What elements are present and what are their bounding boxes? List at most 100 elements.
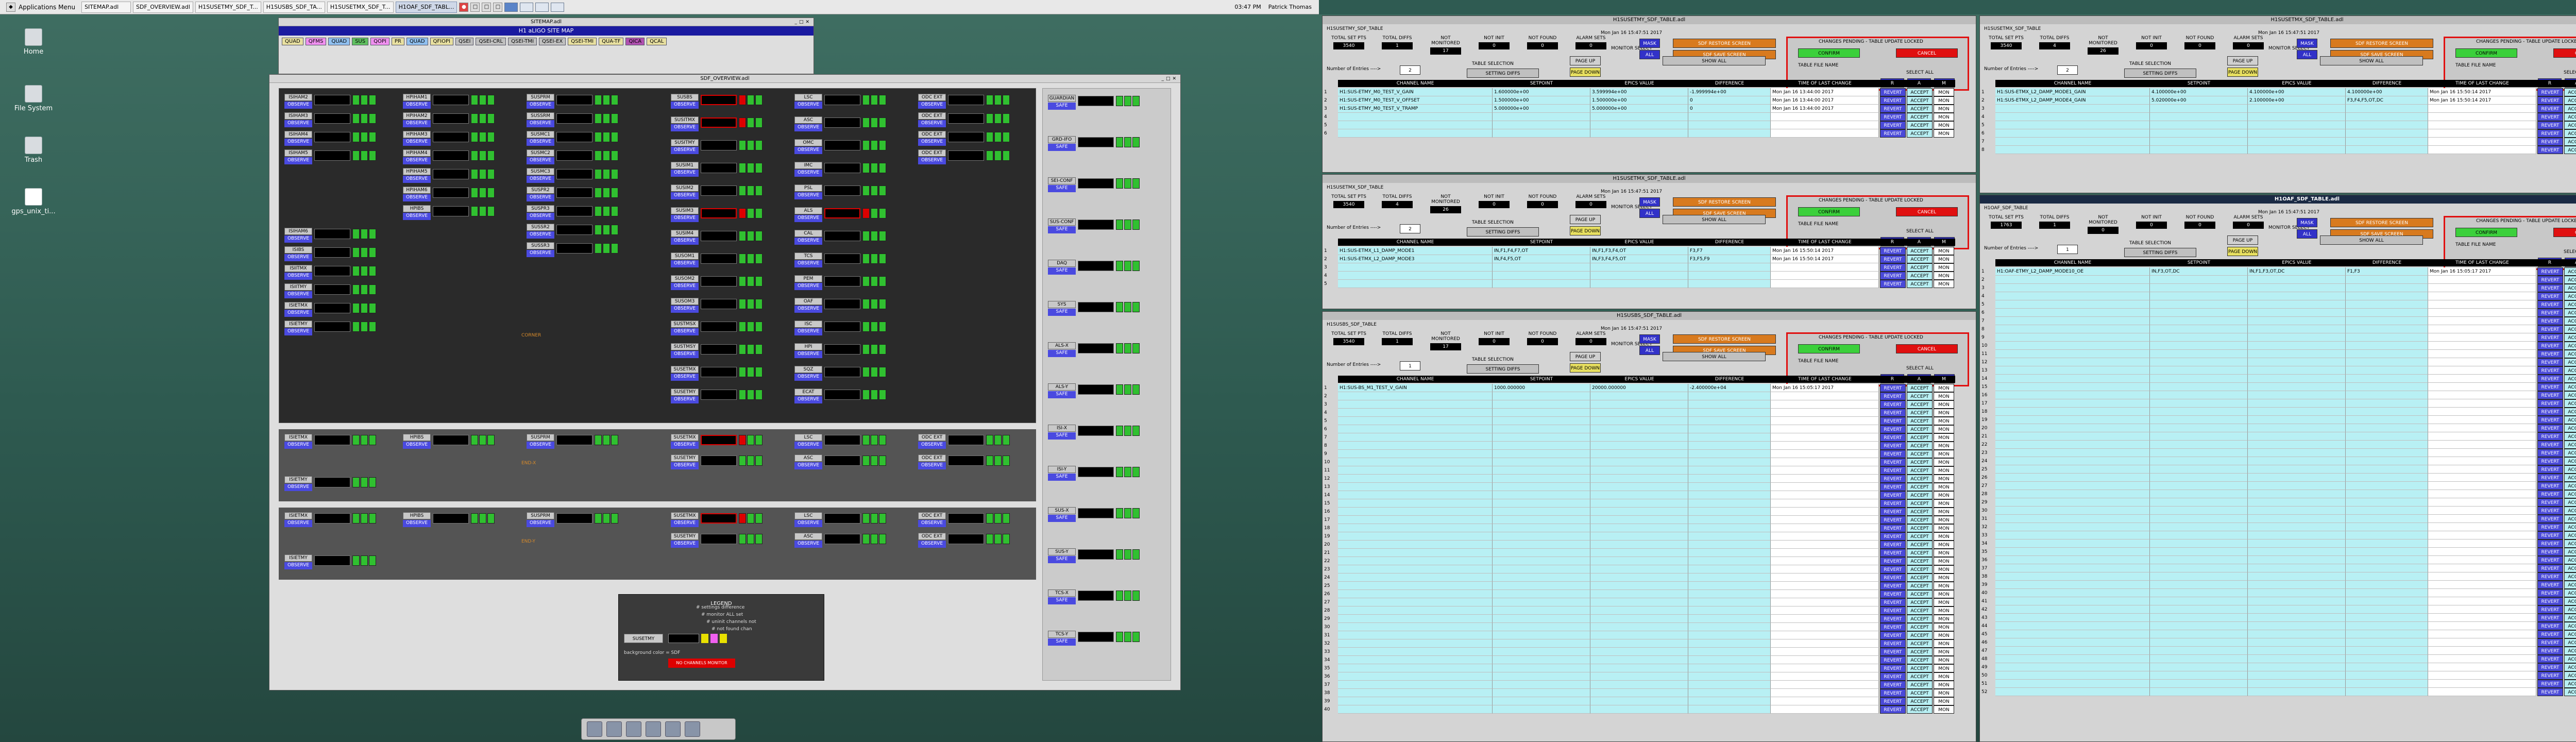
table-titlebar[interactable]: H1SUSETMX_SDF_TABLE.adl xyxy=(1323,175,1976,183)
accept-button[interactable]: ACCEPT xyxy=(2564,622,2576,630)
revert-button[interactable]: REVERT xyxy=(1880,516,1906,524)
revert-button[interactable]: REVERT xyxy=(2537,325,2563,333)
status-tile[interactable]: SQZ OBSERVE xyxy=(794,366,897,381)
search-icon[interactable] xyxy=(665,721,681,737)
revert-button[interactable]: REVERT xyxy=(2537,507,2563,515)
accept-button[interactable]: ACCEPT xyxy=(2564,597,2576,605)
accept-button[interactable]: ACCEPT xyxy=(2564,391,2576,399)
status-tile[interactable]: LSC OBSERVE xyxy=(794,94,897,109)
mon-button[interactable]: MON xyxy=(1934,475,1954,483)
status-tile[interactable]: ISIITMX OBSERVE xyxy=(284,265,387,280)
accept-button[interactable]: ACCEPT xyxy=(2564,474,2576,482)
taskbar-task[interactable]: H1OAF_SDF_TABL... xyxy=(395,1,457,13)
table-selection-menu[interactable]: SETTING DIFFS xyxy=(1467,69,1539,78)
status-tile[interactable]: ISIETMY OBSERVE xyxy=(284,554,387,570)
accept-button[interactable]: ACCEPT xyxy=(2564,121,2576,129)
mon-button[interactable]: MON xyxy=(1934,557,1954,565)
accept-button[interactable]: ACCEPT xyxy=(2564,465,2576,474)
accept-button[interactable]: ACCEPT xyxy=(1907,272,1933,280)
accept-button[interactable]: ACCEPT xyxy=(2564,457,2576,465)
accept-button[interactable]: ACCEPT xyxy=(1907,656,1933,664)
accept-button[interactable]: ACCEPT xyxy=(1907,458,1933,466)
status-tile[interactable]: TCS OBSERVE xyxy=(794,252,897,268)
revert-button[interactable]: REVERT xyxy=(2537,564,2563,572)
status-tile[interactable]: SUSSR2 OBSERVE xyxy=(527,224,630,239)
revert-button[interactable]: REVERT xyxy=(1880,96,1906,105)
workspace-2[interactable] xyxy=(520,2,534,12)
mon-button[interactable]: MON xyxy=(1934,409,1954,417)
revert-button[interactable]: REVERT xyxy=(2537,350,2563,358)
mon-button[interactable]: MON xyxy=(1934,121,1954,129)
revert-button[interactable]: REVERT xyxy=(2537,88,2563,96)
status-tile[interactable]: ISIHAM5 OBSERVE xyxy=(284,149,387,165)
accept-button[interactable]: ACCEPT xyxy=(2564,416,2576,424)
status-tile[interactable]: ISI-X SAFE xyxy=(1048,425,1151,440)
status-tile[interactable]: SUSETMY OBSERVE xyxy=(671,389,774,404)
cancel-button[interactable]: CANCEL xyxy=(2553,228,2576,237)
accept-button[interactable]: ACCEPT xyxy=(2564,276,2576,284)
window-icon[interactable]: □ xyxy=(493,2,503,12)
sitemap-button[interactable]: QFMS xyxy=(305,38,327,45)
status-tile[interactable]: HPIHAM6 OBSERVE xyxy=(403,187,506,202)
revert-button[interactable]: REVERT xyxy=(2537,474,2563,482)
status-tile[interactable]: OMC OBSERVE xyxy=(794,139,897,155)
revert-button[interactable]: REVERT xyxy=(1880,697,1906,705)
revert-button[interactable]: REVERT xyxy=(2537,391,2563,399)
status-tile[interactable]: ODC EXT PLT2OBSERVE xyxy=(918,112,1021,128)
accept-button[interactable]: ACCEPT xyxy=(2564,688,2576,696)
status-tile[interactable]: PEM OBSERVE xyxy=(794,275,897,291)
status-tile[interactable]: HPIBS OBSERVE xyxy=(403,205,506,221)
mon-button[interactable]: MON xyxy=(1934,96,1954,105)
status-tile[interactable]: SUSSR3 OBSERVE xyxy=(527,242,630,258)
user-menu[interactable]: Patrick Thomas xyxy=(1263,4,1317,10)
mon-button[interactable]: MON xyxy=(1934,450,1954,458)
status-tile[interactable]: GRD-IFO SAFE xyxy=(1048,136,1151,151)
revert-button[interactable]: REVERT xyxy=(1880,88,1906,96)
status-tile[interactable]: ISIHAM2 OBSERVE xyxy=(284,94,387,109)
revert-button[interactable]: REVERT xyxy=(2537,614,2563,622)
record-icon[interactable]: ● xyxy=(459,2,469,12)
status-tile[interactable]: SUSTMSY OBSERVE xyxy=(671,343,774,359)
status-tile[interactable]: SUSPRM OBSERVE xyxy=(527,512,630,528)
accept-button[interactable]: ACCEPT xyxy=(1907,697,1933,705)
mon-button[interactable]: MON xyxy=(1934,433,1954,442)
revert-button[interactable]: REVERT xyxy=(2537,105,2563,113)
revert-button[interactable]: REVERT xyxy=(1880,442,1906,450)
file-manager-icon[interactable] xyxy=(626,721,641,737)
accept-button[interactable]: ACCEPT xyxy=(2564,638,2576,647)
accept-button[interactable]: ACCEPT xyxy=(1907,516,1933,524)
window-controls[interactable]: _□✕ xyxy=(1161,75,1178,83)
mon-button[interactable]: MON xyxy=(1934,384,1954,392)
revert-button[interactable]: REVERT xyxy=(1880,524,1906,532)
revert-button[interactable]: REVERT xyxy=(1880,508,1906,516)
mon-button[interactable]: MON xyxy=(1934,615,1954,623)
mon-button[interactable]: MON xyxy=(1934,272,1954,280)
mon-button[interactable]: MON xyxy=(1934,549,1954,557)
table-selection-menu[interactable]: SETTING DIFFS xyxy=(2124,248,2196,257)
window-icon[interactable]: □ xyxy=(482,2,492,12)
status-tile[interactable]: ISIETMX OBSERVE xyxy=(284,434,387,449)
status-tile[interactable]: SUSOM1 OBSERVE xyxy=(671,252,774,268)
revert-button[interactable]: REVERT xyxy=(1880,425,1906,433)
status-tile[interactable]: SUSETMX OBSERVE xyxy=(671,434,774,449)
table-titlebar[interactable]: H1OAF_SDF_TABLE.adl xyxy=(1980,195,2576,204)
sitemap-button[interactable]: QOPI xyxy=(370,38,389,45)
entries-count[interactable]: 2 xyxy=(2057,65,2078,75)
mon-button[interactable]: MON xyxy=(1934,105,1954,113)
accept-button[interactable]: ACCEPT xyxy=(2564,342,2576,350)
applications-menu[interactable]: ◆ Applications Menu xyxy=(2,2,79,13)
status-tile[interactable]: PSL OBSERVE xyxy=(794,184,897,200)
revert-button[interactable]: REVERT xyxy=(2537,121,2563,129)
mon-button[interactable]: MON xyxy=(1934,532,1954,541)
sitemap-button[interactable]: QFIOPI xyxy=(430,38,453,45)
accept-button[interactable]: ACCEPT xyxy=(1907,409,1933,417)
revert-button[interactable]: REVERT xyxy=(2537,680,2563,688)
confirm-button[interactable]: CONFIRM xyxy=(1798,344,1860,353)
mon-button[interactable]: MON xyxy=(1934,590,1954,598)
sdf-restore-button[interactable]: SDF RESTORE SCREEN xyxy=(1673,334,1776,344)
accept-button[interactable]: ACCEPT xyxy=(1907,598,1933,606)
accept-button[interactable]: ACCEPT xyxy=(1907,549,1933,557)
show-all-menu[interactable]: SHOW ALL xyxy=(1663,352,1766,361)
accept-button[interactable]: ACCEPT xyxy=(1907,615,1933,623)
mon-button[interactable]: MON xyxy=(1934,681,1954,689)
